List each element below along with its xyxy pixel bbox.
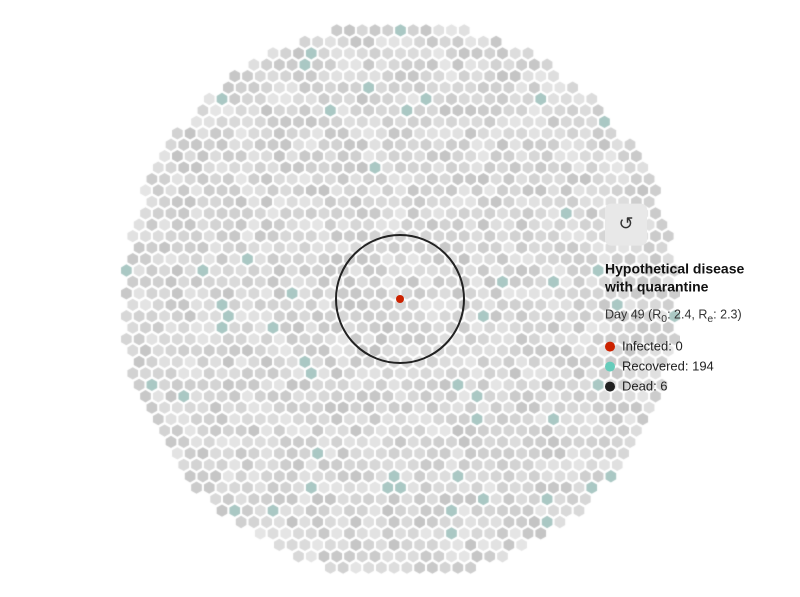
info-panel: ↺ Hypothetical disease with quarantine D… [605, 203, 780, 394]
simulation-title: Hypothetical disease with quarantine [605, 259, 780, 295]
infected-label: Infected: 0 [622, 339, 683, 354]
recovered-dot-legend [605, 361, 615, 371]
reset-button[interactable]: ↺ [605, 203, 647, 245]
title-line2: with quarantine [605, 277, 780, 295]
title-line1: Hypothetical disease [605, 259, 780, 277]
dead-label: Dead: 6 [622, 379, 668, 394]
legend-infected: Infected: 0 [605, 339, 780, 354]
legend-dead: Dead: 6 [605, 379, 780, 394]
reset-icon: ↺ [618, 214, 633, 235]
main-container: ↺ Hypothetical disease with quarantine D… [0, 0, 800, 597]
dead-dot-legend [605, 381, 615, 391]
legend: Infected: 0 Recovered: 194 Dead: 6 [605, 339, 780, 394]
infected-dot [396, 295, 404, 303]
day-info: Day 49 (R0: 2.4, Re: 2.3) [605, 307, 780, 325]
recovered-label: Recovered: 194 [622, 359, 714, 374]
simulation-area [120, 19, 680, 579]
legend-recovered: Recovered: 194 [605, 359, 780, 374]
infected-dot-legend [605, 341, 615, 351]
